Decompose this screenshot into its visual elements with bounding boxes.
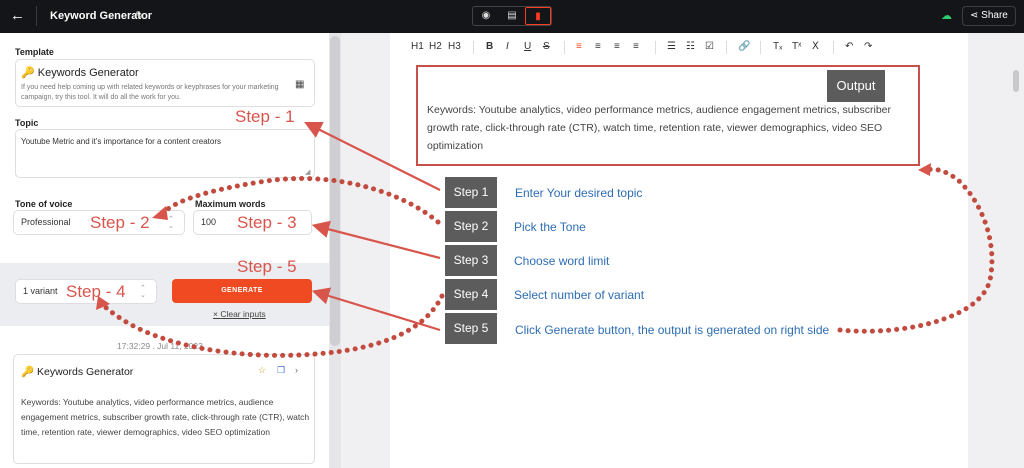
annotation-arrows <box>96 122 995 358</box>
dotted-path-step2 <box>159 175 441 225</box>
dotted-path-output <box>837 166 995 334</box>
dotted-path-step4 <box>97 293 445 358</box>
arrowhead-step2 <box>152 206 168 220</box>
arrowhead-output <box>918 163 931 176</box>
arrow-step5 <box>311 287 441 332</box>
arrow-step3 <box>311 220 441 260</box>
